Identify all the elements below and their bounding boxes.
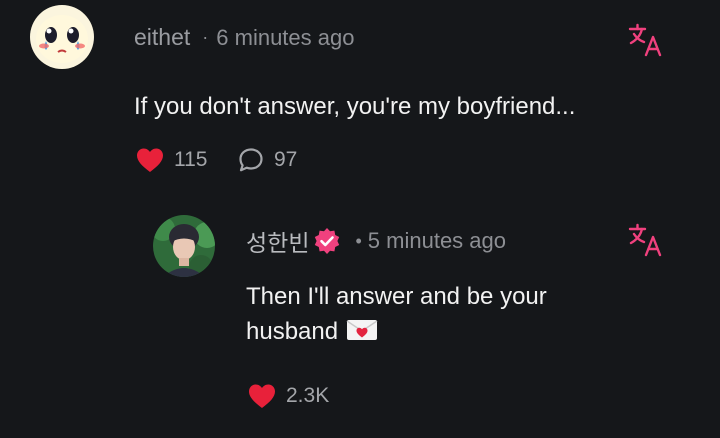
speech-bubble-icon <box>239 148 263 172</box>
reply-count: 97 <box>274 148 298 171</box>
commenter-avatar[interactable] <box>30 5 94 69</box>
comment-text: If you don't answer, you're my boyfriend… <box>134 93 576 120</box>
reply-text: Then I'll answer and be your husband <box>246 279 547 349</box>
reply-text-line-1: Then I'll answer and be your <box>246 283 547 310</box>
like-button[interactable]: 115 <box>136 147 207 173</box>
reply-like-count: 2.3K <box>286 384 330 407</box>
reply-timestamp: 5 minutes ago <box>367 228 506 253</box>
replier-avatar[interactable] <box>153 215 215 277</box>
commenter-username[interactable]: eithet <box>134 24 190 51</box>
heart-icon <box>137 148 163 172</box>
translate-icon[interactable] <box>628 222 664 258</box>
translate-icon[interactable] <box>628 22 664 58</box>
reply-like-button[interactable]: 2.3K <box>248 383 329 409</box>
comment-meta: eithet · 6 minutes ago <box>134 24 354 51</box>
like-count: 115 <box>174 148 208 171</box>
reply-button[interactable]: 97 <box>238 147 297 173</box>
heart-icon <box>249 384 275 408</box>
comment-timestamp: 6 minutes ago <box>216 24 355 50</box>
reply-meta: 성한빈 • 5 minutes ago <box>246 224 506 258</box>
verified-badge-icon <box>315 228 340 254</box>
love-letter-emoji <box>346 320 378 340</box>
meta-separator: • <box>355 230 362 251</box>
reply-text-line-2-text: husband <box>246 318 339 345</box>
replier-username[interactable]: 성한빈 <box>246 224 309 258</box>
comment-thread: eithet · 6 minutes ago If you don't answ… <box>0 0 720 438</box>
reply-text-line-2: husband <box>246 314 547 349</box>
meta-separator: · <box>202 27 209 47</box>
